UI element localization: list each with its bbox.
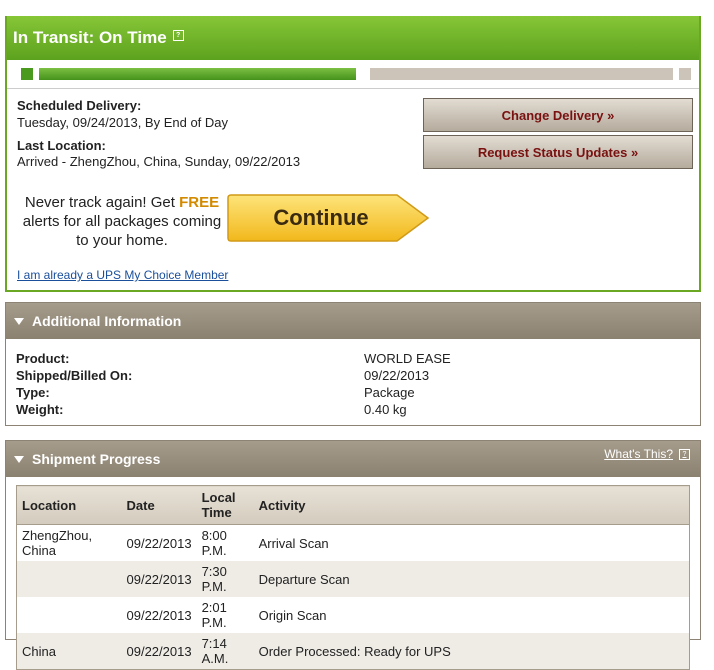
cell-location: China <box>16 633 122 670</box>
cell-date: 09/22/2013 <box>126 607 192 623</box>
collapse-triangle-icon[interactable] <box>14 317 24 325</box>
scheduled-delivery-value: Tuesday, 09/24/2013, By End of Day <box>17 115 229 130</box>
promo-text-end: alerts for all packages coming to your h… <box>22 213 222 249</box>
cell-activity: Arrival Scan <box>258 535 329 551</box>
promo-free: FREE <box>179 194 220 211</box>
promo-text: Never track again! Get FREE alerts for a… <box>17 193 227 250</box>
promo-text-start: Never track again! Get <box>24 194 180 211</box>
info-label: Type: <box>16 385 50 400</box>
last-location-label: Last Location: <box>17 138 106 153</box>
progress-remaining <box>370 68 673 80</box>
help-icon[interactable]: ? <box>172 29 184 41</box>
continue-button[interactable]: Continue <box>227 193 431 243</box>
cell-location <box>16 561 122 597</box>
column-header-local-time: Local Time <box>196 485 254 525</box>
continue-label: Continue <box>273 205 368 230</box>
ups-my-choice-member-link[interactable]: I am already a UPS My Choice Member <box>17 268 228 282</box>
info-value: WORLD EASE <box>364 351 451 366</box>
cell-activity: Order Processed: Ready for UPS <box>253 633 690 670</box>
table-row: 09/22/2013 7:30 P.M. Departure Scan <box>16 561 690 597</box>
info-value: 09/22/2013 <box>364 368 430 383</box>
cell-time: 7:14 A.M. <box>196 633 254 670</box>
table-row: China 09/22/2013 7:14 A.M. Order Process… <box>16 633 690 670</box>
info-value: Package <box>364 385 415 400</box>
additional-information-title: Additional Information <box>32 313 182 329</box>
status-title: In Transit: On Time <box>13 28 167 47</box>
info-label: Shipped/Billed On: <box>16 368 133 383</box>
cell-time: 7:30 P.M. <box>196 561 254 597</box>
cell-date: 09/22/2013 <box>126 535 192 551</box>
shipment-progress-table: Location Date Local Time Activity ZhengZ… <box>16 485 690 670</box>
column-header-activity: Activity <box>253 485 690 525</box>
info-label: Product: <box>16 351 70 366</box>
whats-this-link[interactable]: What's This? ? <box>604 447 690 461</box>
last-location-value: Arrived - ZhengZhou, China, Sunday, 09/2… <box>17 154 301 169</box>
status-header: In Transit: On Time ? <box>7 16 699 60</box>
shipment-progress-header[interactable]: Shipment Progress What's This? ? <box>6 441 700 477</box>
table-row: 09/22/2013 2:01 P.M. Origin Scan <box>17 597 690 633</box>
scheduled-delivery-label: Scheduled Delivery: <box>17 98 142 113</box>
cell-time: 8:00 P.M. <box>201 528 227 558</box>
column-header-date: Date <box>121 485 197 525</box>
info-value: 0.40 kg <box>364 402 407 417</box>
table-row: ZhengZhou, China 09/22/2013 8:00 P.M. Ar… <box>17 525 690 562</box>
status-panel: In Transit: On Time ? Scheduled Delivery… <box>5 16 701 292</box>
whats-this-label: What's This? <box>604 447 673 461</box>
table-header-row: Location Date Local Time Activity <box>16 485 690 525</box>
progress-end-marker <box>679 68 691 80</box>
column-header-time-line2: Time <box>201 505 232 520</box>
progress-fill <box>39 68 356 80</box>
collapse-triangle-icon[interactable] <box>14 455 24 463</box>
info-label: Weight: <box>16 402 64 417</box>
shipment-progress-section: Shipment Progress What's This? ? Locatio… <box>5 440 701 670</box>
cell-date: 09/22/2013 <box>121 633 197 670</box>
column-header-time-line1: Local <box>201 490 236 505</box>
additional-information-header[interactable]: Additional Information <box>6 303 700 339</box>
cell-time: 2:01 P.M. <box>201 600 227 630</box>
delivery-progress-bar <box>21 68 691 80</box>
help-icon[interactable]: ? <box>679 448 690 460</box>
cell-activity: Departure Scan <box>253 561 690 597</box>
request-status-updates-button[interactable]: Request Status Updates » <box>423 135 693 169</box>
column-header-location: Location <box>16 485 122 525</box>
cell-location <box>17 597 122 633</box>
cell-date: 09/22/2013 <box>121 561 197 597</box>
change-delivery-button[interactable]: Change Delivery » <box>423 98 693 132</box>
progress-start-marker <box>21 68 33 80</box>
cell-location: ZhengZhou, China <box>22 528 93 558</box>
additional-information-section: Additional Information Product: WORLD EA… <box>5 302 701 426</box>
shipment-progress-title: Shipment Progress <box>32 451 161 467</box>
divider <box>7 88 699 89</box>
cell-activity: Origin Scan <box>258 607 327 623</box>
